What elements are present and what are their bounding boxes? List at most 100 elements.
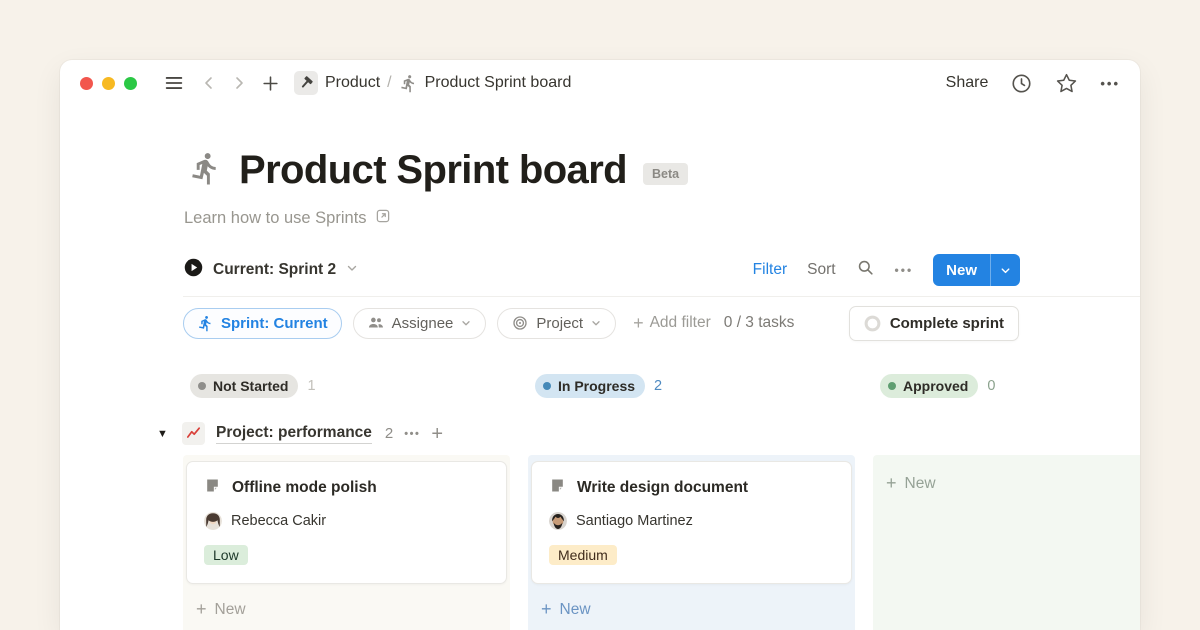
filter-button[interactable]: Filter bbox=[753, 261, 787, 279]
new-card-label: New bbox=[905, 475, 936, 493]
new-card-label: New bbox=[215, 601, 246, 619]
page-doc-icon bbox=[549, 477, 566, 499]
share-button[interactable]: Share bbox=[946, 74, 989, 92]
assignee-name: Santiago Martinez bbox=[576, 513, 693, 529]
sprint-chip-label: Sprint: Current bbox=[221, 315, 328, 332]
new-card-button[interactable]: + New bbox=[186, 599, 507, 620]
view-more-icon[interactable]: ••• bbox=[895, 263, 914, 277]
view-actions: Filter Sort ••• New bbox=[753, 254, 1020, 286]
page-title: Product Sprint board bbox=[239, 148, 627, 193]
collapse-triangle-icon[interactable]: ▼ bbox=[157, 428, 171, 440]
plus-icon: + bbox=[886, 473, 897, 494]
search-icon[interactable] bbox=[856, 258, 875, 282]
zoom-window-button[interactable] bbox=[124, 77, 137, 90]
new-button-chevron-icon[interactable] bbox=[991, 264, 1020, 277]
beta-badge: Beta bbox=[643, 163, 688, 185]
new-button[interactable]: New bbox=[933, 254, 1020, 286]
card-title: Offline mode polish bbox=[232, 479, 377, 497]
window-topbar: Product / Product Sprint board Share ••• bbox=[60, 60, 1140, 106]
help-link[interactable]: Learn how to use Sprints bbox=[184, 209, 367, 228]
board-column-headers: Not Started 1 In Progress 2 Approved 0 bbox=[183, 368, 1140, 404]
page-icon-runner[interactable] bbox=[188, 151, 223, 191]
new-card-button[interactable]: + New bbox=[876, 473, 1140, 494]
group-label-link[interactable]: Project: performance bbox=[216, 424, 372, 444]
status-dot-green bbox=[888, 382, 896, 390]
chevron-down-icon bbox=[460, 317, 472, 329]
priority-tag-low: Low bbox=[204, 545, 248, 565]
view-label: Current: Sprint 2 bbox=[213, 261, 336, 279]
topbar-more-icon[interactable]: ••• bbox=[1100, 76, 1120, 91]
history-nav bbox=[201, 75, 247, 91]
assignee-filter-chip[interactable]: Assignee bbox=[353, 308, 487, 339]
column-not-started: Offline mode polish Rebecca Cakir Low + … bbox=[183, 455, 510, 630]
status-label: In Progress bbox=[558, 378, 635, 394]
column-count: 2 bbox=[654, 378, 662, 394]
status-pill-approved[interactable]: Approved bbox=[880, 374, 978, 398]
favorite-star-icon[interactable] bbox=[1055, 72, 1078, 95]
complete-sprint-button[interactable]: Complete sprint bbox=[849, 306, 1019, 341]
sprint-filter-chip[interactable]: Sprint: Current bbox=[183, 308, 342, 339]
column-header-in-progress: In Progress 2 bbox=[528, 368, 855, 404]
status-label: Not Started bbox=[213, 378, 288, 394]
forward-icon[interactable] bbox=[231, 75, 247, 91]
topbar-actions: Share ••• bbox=[946, 72, 1120, 95]
new-button-label: New bbox=[933, 262, 990, 279]
status-dot-blue bbox=[543, 382, 551, 390]
runner-icon bbox=[399, 74, 418, 93]
column-count: 0 bbox=[987, 378, 995, 394]
new-page-icon[interactable] bbox=[261, 74, 280, 93]
plus-icon: + bbox=[196, 599, 207, 620]
project-filter-chip[interactable]: Project bbox=[497, 308, 616, 339]
new-card-button[interactable]: + New bbox=[531, 599, 852, 620]
view-selector[interactable]: Current: Sprint 2 bbox=[183, 257, 359, 283]
updates-clock-icon[interactable] bbox=[1010, 72, 1033, 95]
chart-increasing-icon bbox=[182, 422, 205, 445]
status-dot-gray bbox=[198, 382, 206, 390]
group-count: 2 bbox=[385, 425, 393, 442]
priority-tag-medium: Medium bbox=[549, 545, 617, 565]
add-filter-button[interactable]: + Add filter bbox=[633, 313, 711, 334]
filter-bar: Sprint: Current Assignee Project + Add f… bbox=[183, 306, 1019, 340]
app-window: Product / Product Sprint board Share •••… bbox=[60, 60, 1140, 630]
page-doc-icon bbox=[204, 477, 221, 499]
card-offline-mode-polish[interactable]: Offline mode polish Rebecca Cakir Low bbox=[186, 461, 507, 584]
breadcrumb-workspace[interactable]: Product bbox=[325, 74, 380, 92]
card-title: Write design document bbox=[577, 479, 748, 497]
column-header-not-started: Not Started 1 bbox=[183, 368, 510, 404]
avatar-santiago bbox=[549, 512, 567, 530]
chevron-down-icon bbox=[345, 261, 359, 280]
play-circle-icon bbox=[183, 257, 204, 283]
close-window-button[interactable] bbox=[80, 77, 93, 90]
group-add-icon[interactable]: + bbox=[431, 424, 443, 444]
avatar-rebecca bbox=[204, 512, 222, 530]
new-card-label: New bbox=[560, 601, 591, 619]
assignee-chip-label: Assignee bbox=[392, 315, 454, 332]
traffic-lights bbox=[80, 77, 137, 90]
add-filter-label: Add filter bbox=[650, 314, 711, 332]
breadcrumb: Product / Product Sprint board bbox=[294, 71, 571, 95]
status-pill-not-started[interactable]: Not Started bbox=[190, 374, 298, 398]
complete-sprint-label: Complete sprint bbox=[890, 315, 1004, 332]
minimize-window-button[interactable] bbox=[102, 77, 115, 90]
assignee-name: Rebecca Cakir bbox=[231, 513, 326, 529]
card-write-design-document[interactable]: Write design document Santiago Martinez … bbox=[531, 461, 852, 584]
column-approved: + New bbox=[873, 455, 1140, 630]
hammer-icon[interactable] bbox=[294, 71, 318, 95]
column-in-progress: Write design document Santiago Martinez … bbox=[528, 455, 855, 630]
sidebar-toggle-icon[interactable] bbox=[163, 72, 185, 94]
status-label: Approved bbox=[903, 378, 968, 394]
board-group-row: ▼ Project: performance 2 ••• + bbox=[157, 412, 1140, 455]
status-pill-in-progress[interactable]: In Progress bbox=[535, 374, 645, 398]
external-link-icon[interactable] bbox=[374, 207, 392, 230]
breadcrumb-separator: / bbox=[387, 74, 391, 92]
column-count: 1 bbox=[307, 378, 315, 394]
tasks-summary: 0 / 3 tasks bbox=[724, 314, 795, 332]
breadcrumb-page[interactable]: Product Sprint board bbox=[425, 74, 572, 92]
plus-icon: + bbox=[633, 313, 644, 334]
back-icon[interactable] bbox=[201, 75, 217, 91]
board-column-bodies: Offline mode polish Rebecca Cakir Low + … bbox=[183, 455, 1140, 630]
progress-ring-icon bbox=[864, 315, 881, 332]
chevron-down-icon bbox=[590, 317, 602, 329]
group-more-icon[interactable]: ••• bbox=[404, 428, 420, 440]
sort-button[interactable]: Sort bbox=[807, 261, 835, 279]
